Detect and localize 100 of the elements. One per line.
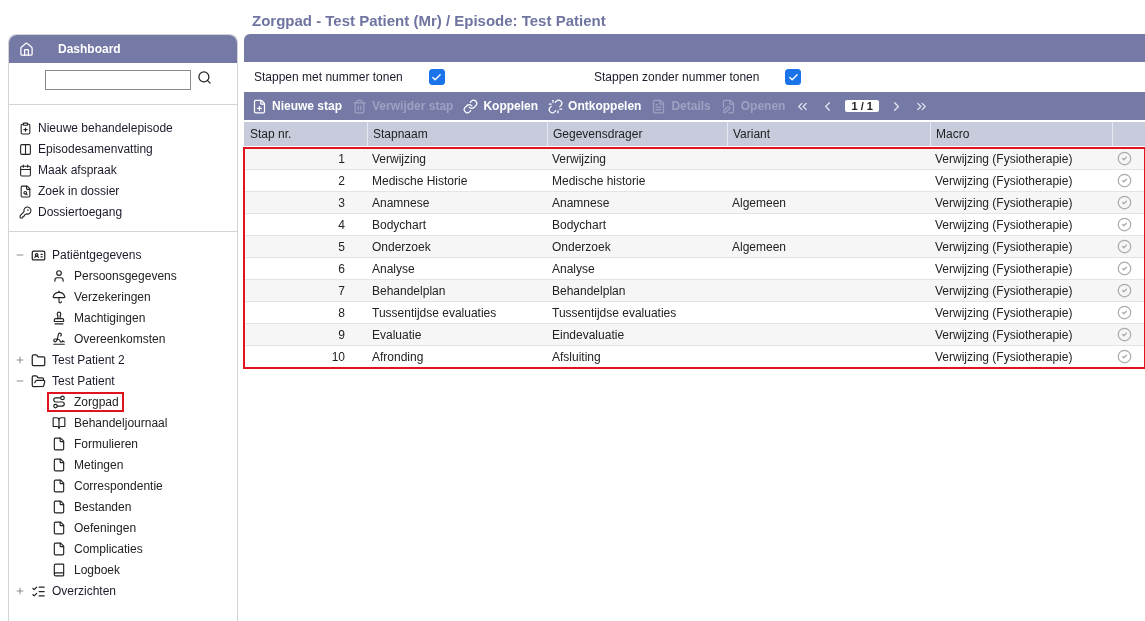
- table-cell: Algemeen: [732, 195, 787, 210]
- check-circle-icon[interactable]: [1117, 327, 1132, 342]
- signature-icon: [52, 332, 66, 346]
- checkbox[interactable]: [428, 69, 445, 85]
- table-cell: Verwijzing (Fysiotherapie): [935, 173, 1073, 188]
- table-cell: Verwijzing (Fysiotherapie): [935, 327, 1073, 342]
- edit-file-icon: [720, 98, 736, 114]
- toolbar-button[interactable]: Nieuwe stap: [252, 98, 343, 114]
- check-circle-icon[interactable]: [1117, 239, 1132, 254]
- sidebar-link[interactable]: Zoek in dossier: [38, 184, 120, 198]
- tree-item[interactable]: Machtigingen: [49, 310, 149, 326]
- table-cell: Medische Historie: [372, 173, 468, 188]
- column-header[interactable]: Macro: [930, 122, 1112, 146]
- tree-item[interactable]: Oefeningen: [49, 520, 140, 536]
- path-icon: [52, 395, 66, 409]
- check-circle-icon[interactable]: [1117, 349, 1132, 364]
- key-icon: [19, 205, 32, 219]
- expand-icon[interactable]: [15, 355, 25, 365]
- sidebar-link[interactable]: Dossiertoegang: [38, 205, 123, 219]
- dashboard-header[interactable]: Dashboard: [9, 35, 237, 63]
- table-cell: Anamnese: [552, 195, 610, 210]
- column-header[interactable]: Gegevensdrager: [547, 122, 727, 146]
- highlighted-tree-item[interactable]: Zorgpad: [49, 394, 122, 410]
- sidebar-link[interactable]: Episodesamenvatting: [38, 142, 153, 156]
- tree-item[interactable]: Patiëntgegevens: [52, 248, 142, 262]
- column-header[interactable]: Stap nr.: [244, 122, 367, 146]
- table-cell: Analyse: [372, 261, 415, 276]
- file-search-icon: [19, 184, 32, 198]
- check-circle-icon[interactable]: [1117, 283, 1132, 298]
- toolbar-button[interactable]: Koppelen: [463, 98, 539, 114]
- dashboard-label[interactable]: Dashboard: [58, 42, 121, 56]
- tree-item[interactable]: Formulieren: [49, 436, 142, 452]
- option-label: Stappen met nummer tonen: [254, 70, 403, 84]
- table-cell: Algemeen: [732, 239, 787, 254]
- table-cell: Verwijzing (Fysiotherapie): [935, 283, 1073, 298]
- table-cell: Eindevaluatie: [552, 327, 625, 342]
- tree-item[interactable]: Correspondentie: [49, 478, 166, 494]
- table-cell: Behandelplan: [552, 283, 626, 298]
- tree-item[interactable]: Verzekeringen: [49, 289, 154, 305]
- table-cell: 1: [338, 151, 345, 166]
- table-cell: Evaluatie: [372, 327, 422, 342]
- list-icon: [31, 583, 46, 599]
- table-cell: Onderzoek: [552, 239, 611, 254]
- link-icon: [463, 98, 479, 114]
- expand-icon[interactable]: [15, 586, 25, 596]
- folder-icon: [31, 352, 46, 368]
- tree-item[interactable]: Logboek: [49, 562, 124, 578]
- column-header[interactable]: Variant: [727, 122, 930, 146]
- person-icon: [52, 269, 66, 283]
- table-cell: 6: [338, 261, 345, 276]
- stamp-icon: [52, 311, 66, 325]
- id-card-icon: [31, 247, 46, 263]
- check-circle-icon[interactable]: [1117, 195, 1132, 210]
- trash-icon: [352, 98, 368, 114]
- tree-item[interactable]: Test Patient 2: [52, 353, 125, 367]
- calendar-icon: [19, 163, 32, 177]
- table-cell: Bodychart: [552, 217, 607, 232]
- sidebar-link[interactable]: Nieuwe behandelepisode: [38, 121, 173, 135]
- table-cell: Afronding: [372, 349, 424, 364]
- file-icon: [52, 500, 66, 514]
- file-icon: [52, 521, 66, 535]
- tree-item[interactable]: Complicaties: [49, 541, 146, 557]
- tree-item[interactable]: Bestanden: [49, 499, 135, 515]
- check-circle-icon[interactable]: [1117, 173, 1132, 188]
- table-cell: Verwijzing (Fysiotherapie): [935, 151, 1073, 166]
- table-cell: Anamnese: [372, 195, 430, 210]
- toolbar-button[interactable]: Ontkoppelen: [548, 98, 642, 114]
- table-cell: Verwijzing (Fysiotherapie): [935, 239, 1073, 254]
- tree-item[interactable]: Overeenkomsten: [49, 331, 169, 347]
- column-header[interactable]: Stapnaam: [367, 122, 547, 146]
- table-cell: 3: [338, 195, 345, 210]
- new-file-icon: [252, 98, 267, 114]
- table-cell: Afsluiting: [552, 349, 601, 364]
- tree-item[interactable]: Persoonsgegevens: [49, 268, 180, 284]
- table-cell: Verwijzing (Fysiotherapie): [935, 195, 1073, 210]
- check-circle-icon[interactable]: [1117, 217, 1132, 232]
- search-icon[interactable]: [197, 70, 212, 85]
- sidebar-link[interactable]: Maak afspraak: [38, 163, 117, 177]
- checkbox[interactable]: [785, 69, 802, 85]
- document-icon: [19, 142, 32, 156]
- file-icon: [52, 437, 66, 451]
- check-circle-icon[interactable]: [1117, 305, 1132, 320]
- table-cell: Tussentijdse evaluaties: [372, 305, 497, 320]
- tree-item[interactable]: Behandeljournaal: [49, 415, 171, 431]
- check-icon: [787, 71, 799, 83]
- file-icon: [52, 542, 66, 556]
- book-icon: [52, 416, 66, 430]
- home-icon: [19, 41, 34, 57]
- table-cell: Verwijzing (Fysiotherapie): [935, 217, 1073, 232]
- tree-item[interactable]: Metingen: [49, 457, 127, 473]
- table-cell: Medische historie: [552, 173, 646, 188]
- table-cell: Verwijzing (Fysiotherapie): [935, 305, 1073, 320]
- tree-item[interactable]: Overzichten: [52, 584, 117, 598]
- tree-item[interactable]: Test Patient: [52, 374, 115, 388]
- page-field[interactable]: 1 / 1: [845, 100, 879, 112]
- table-cell: 2: [338, 173, 345, 188]
- check-circle-icon[interactable]: [1117, 261, 1132, 276]
- check-circle-icon[interactable]: [1117, 151, 1132, 166]
- table-cell: Verwijzing: [372, 151, 427, 166]
- search-field[interactable]: [45, 70, 191, 90]
